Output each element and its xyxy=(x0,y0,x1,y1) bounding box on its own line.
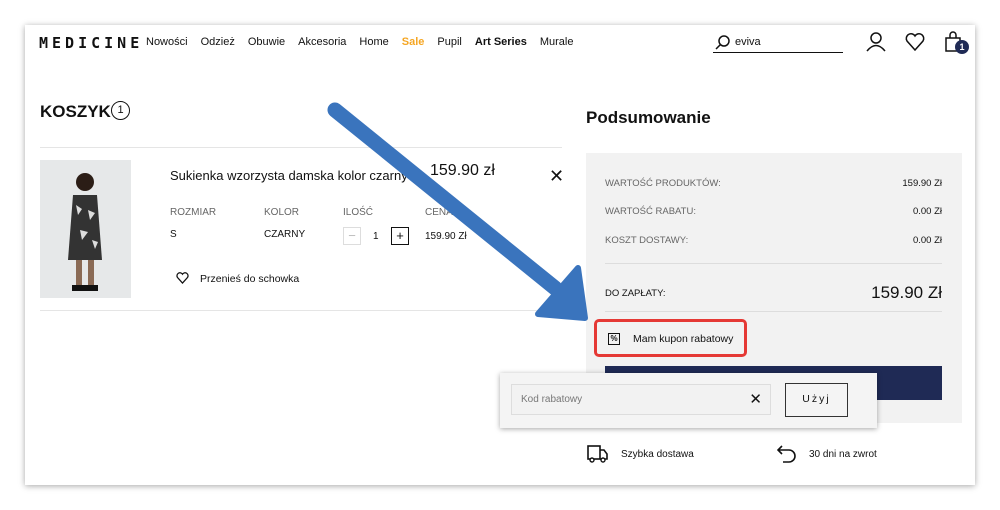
annotation-arrow xyxy=(327,102,588,321)
